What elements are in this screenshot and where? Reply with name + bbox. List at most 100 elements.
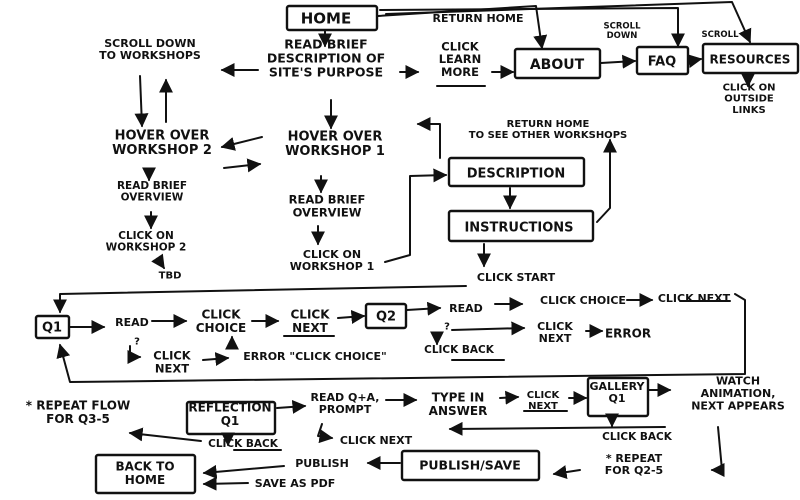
type-in-answer-line: TYPE IN	[432, 391, 485, 405]
q2-line: Q2	[376, 310, 396, 325]
about-label: ABOUT	[530, 57, 585, 73]
publish-save-line: PUBLISH/SAVE	[419, 458, 521, 473]
click-next-bottom-label: CLICK NEXT	[340, 434, 413, 447]
edge-q2-next-err	[451, 321, 526, 336]
error-2-line: ERROR	[605, 326, 651, 340]
publish-save-label: PUBLISH/SAVE	[419, 458, 521, 473]
click-workshop-1-line: WORKSHOP 1	[290, 260, 375, 273]
click-workshop-2-line: WORKSHOP 2	[106, 242, 187, 254]
click-choice-1-label: CLICK CHOICE	[196, 308, 247, 335]
edge-next-error	[202, 352, 230, 366]
read-brief-overview-1-label: READ BRIEF OVERVIEW	[289, 193, 366, 220]
read-brief-description-line: READ BRIEF	[284, 37, 367, 52]
read-q1-line: READ	[115, 316, 149, 329]
click-next-1-line: NEXT	[292, 321, 328, 335]
hover-workshop-1-line: HOVER OVER	[288, 129, 383, 144]
faq-label: FAQ	[648, 55, 677, 70]
return-home-other-label: RETURN HOME TO SEE OTHER WORKSHOPS	[469, 119, 627, 141]
click-workshop-1-label: CLICK ON WORKSHOP 1	[290, 248, 375, 273]
publish-line: PUBLISH	[295, 457, 349, 470]
hover-workshop-1-line: WORKSHOP 1	[285, 144, 385, 159]
click-start-line: CLICK START	[477, 271, 556, 284]
tbd-line: TBD	[159, 271, 182, 282]
repeat-q2-5-label: * REPEAT FOR Q2-5	[605, 452, 663, 477]
click-learn-more-line: LEARN	[439, 52, 482, 66]
edge-scroll-hover2	[134, 75, 149, 128]
hover-workshop-2-line: WORKSHOP 2	[112, 143, 212, 158]
instructions-label: INSTRUCTIONS	[464, 221, 573, 236]
click-next-wrong-1-line: CLICK	[153, 349, 191, 363]
click-choice-1-line: CLICK	[201, 308, 241, 322]
watch-animation-line: WATCH	[716, 375, 760, 388]
error-click-choice-line: ERROR "CLICK CHOICE"	[243, 350, 386, 363]
edge-next-q2	[337, 309, 366, 324]
type-in-answer-line: ANSWER	[429, 404, 488, 418]
read-qa-prompt-line: READ Q+A,	[311, 391, 380, 404]
edge-faq-resources	[687, 54, 703, 68]
q2-label: Q2	[376, 310, 396, 325]
click-next-wrong-1-line: NEXT	[155, 362, 189, 376]
scroll-down-faq-label: SCROLL DOWN	[604, 21, 642, 41]
click-workshop-1-line: CLICK ON	[303, 248, 361, 261]
instructions-line: INSTRUCTIONS	[464, 221, 573, 236]
click-next-2-label: CLICK NEXT	[658, 292, 731, 305]
q-mark-1-label: ?	[134, 337, 140, 348]
click-learn-more-label: CLICK LEARN MORE	[439, 39, 482, 79]
repeat-flow-label: * REPEAT FLOW FOR Q3-5	[26, 399, 130, 426]
click-outside-links-line: LINKS	[732, 105, 765, 116]
q1-label: Q1	[42, 321, 62, 336]
click-next-bottom-line: CLICK NEXT	[340, 434, 413, 447]
description-line: DESCRIPTION	[467, 167, 566, 182]
edge-reflection-read	[276, 399, 307, 414]
save-as-pdf-line: SAVE AS PDF	[255, 477, 336, 490]
read-q1-label: READ	[115, 316, 149, 329]
click-next-error-2-line: NEXT	[539, 332, 572, 345]
hover-workshop-1-label: HOVER OVER WORKSHOP 1	[285, 129, 385, 159]
click-next-1-line: CLICK	[290, 308, 330, 322]
read-brief-overview-1-line: OVERVIEW	[293, 206, 362, 220]
scroll-resources-line: SCROLL	[702, 30, 740, 40]
click-back-gallery-label: CLICK BACK	[602, 431, 673, 443]
reflection-q1-line: Q1	[221, 414, 240, 428]
edge-read-clicknext	[317, 423, 334, 444]
edge-q2-read	[406, 301, 442, 316]
return-home-label: RETURN HOME	[433, 12, 524, 25]
back-to-home-label: BACK TO HOME	[115, 460, 174, 487]
click-outside-links-label: CLICK ON OUTSIDE LINKS	[723, 82, 776, 115]
save-as-pdf-label: SAVE AS PDF	[255, 477, 336, 490]
click-back-q2-label: CLICK BACK	[424, 344, 495, 356]
home-line: HOME	[301, 9, 351, 27]
click-back-reflection-label: CLICK BACK	[208, 438, 279, 450]
q-mark-1-line: ?	[134, 337, 140, 348]
edge-return-to-desc	[416, 117, 441, 159]
click-workshop-2-label: CLICK ON WORKSHOP 2	[106, 230, 187, 254]
edge-save-backhome	[202, 476, 249, 491]
read-qa-prompt-label: READ Q+A, PROMPT	[311, 391, 380, 416]
faq-line: FAQ	[648, 55, 677, 70]
click-choice-1-line: CHOICE	[196, 321, 247, 335]
click-back-reflection-line: CLICK BACK	[208, 438, 279, 450]
q-mark-2-label: ?	[444, 322, 450, 333]
scroll-down-faq-line: SCROLL	[604, 21, 642, 31]
edge-click1-desc	[384, 168, 448, 263]
scroll-resources-label: SCROLL	[702, 30, 740, 40]
hover-workshop-2-line: HOVER OVER	[115, 128, 210, 143]
description-label: DESCRIPTION	[467, 167, 566, 182]
click-outside-links-line: CLICK ON	[723, 82, 776, 93]
q1-line: Q1	[42, 321, 62, 336]
gallery-q1-label: GALLERY Q1	[590, 380, 646, 405]
return-home-other-line: RETURN HOME	[507, 119, 590, 130]
click-next-error-2-line: CLICK	[537, 320, 573, 333]
return-home-other-line: TO SEE OTHER WORKSHOPS	[469, 130, 627, 141]
read-q2-line: READ	[449, 302, 483, 315]
click-next-1-label: CLICK NEXT	[290, 308, 330, 335]
edge-repeat-publishsave	[552, 465, 581, 480]
click-next-error-2-label: CLICK NEXT	[537, 320, 573, 345]
read-brief-description-line: DESCRIPTION OF	[267, 51, 385, 66]
read-brief-description-label: READ BRIEF DESCRIPTION OF SITE'S PURPOSE	[267, 37, 385, 80]
click-next-wrong-1-label: CLICK NEXT	[153, 349, 191, 376]
repeat-q2-5-line: * REPEAT	[606, 452, 663, 465]
edge-hover1-hover2	[220, 136, 263, 151]
flow-diagram-svg: HOME RETURN HOMESCROLL DOWN TO WORKSHOPSRE…	[26, 1, 800, 495]
read-brief-overview-1-line: READ BRIEF	[289, 193, 366, 207]
